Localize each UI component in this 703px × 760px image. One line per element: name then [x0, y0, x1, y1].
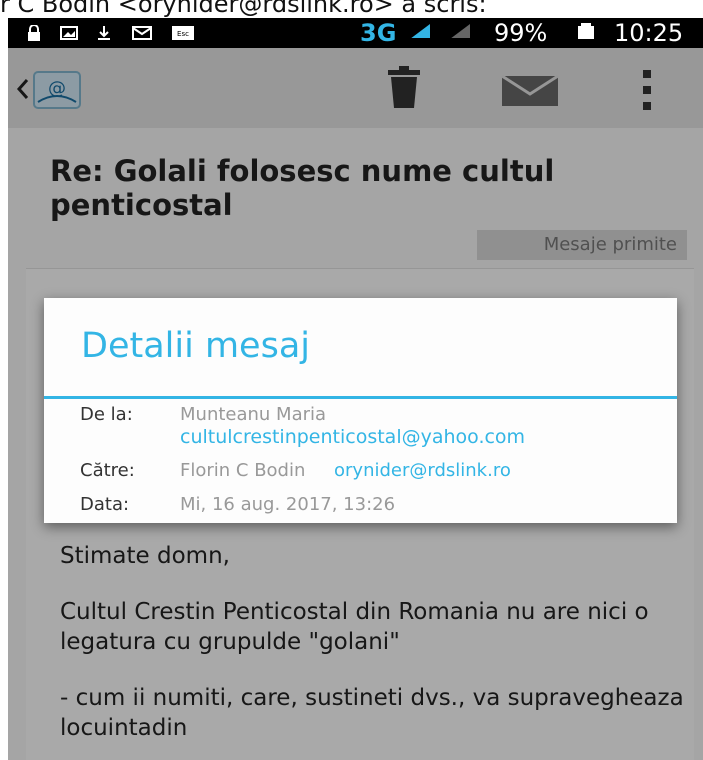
- svg-text:Esc: Esc: [177, 30, 189, 38]
- date-label: Data:: [80, 494, 130, 515]
- esc-icon: Esc: [172, 26, 194, 40]
- message-details-dialog: Detalii mesaj De la: Munteanu Maria cult…: [44, 298, 677, 523]
- image-icon: [60, 26, 78, 40]
- clock: 10:25: [614, 19, 684, 47]
- to-label: Către:: [80, 460, 135, 481]
- dialog-title: Detalii mesaj: [81, 326, 310, 366]
- to-email-link[interactable]: orynider@rdslink.ro: [334, 460, 511, 481]
- from-label: De la:: [80, 404, 133, 425]
- from-name: Munteanu Maria: [180, 404, 327, 425]
- from-email-link[interactable]: cultulcrestinpenticostal@yahoo.com: [180, 426, 525, 448]
- battery-percent: 99%: [494, 19, 548, 47]
- signal-icon: [411, 24, 430, 38]
- page-top-text: r C Bodin <orynider@rdslink.ro> a scris:: [0, 0, 487, 18]
- left-margin: [0, 18, 8, 760]
- network-type: 3G: [360, 19, 397, 47]
- mail-icon: [132, 26, 152, 40]
- lock-icon: [28, 25, 40, 41]
- status-bar: Esc 3G 99% 10:25: [8, 18, 703, 48]
- phone-screen: Esc 3G 99% 10:25 @ Re: Golali folosesc n…: [8, 18, 703, 760]
- date-value: Mi, 16 aug. 2017, 13:26: [180, 494, 396, 515]
- signal-icon-secondary: [451, 24, 470, 38]
- to-name: Florin C Bodin: [180, 460, 306, 481]
- battery-icon: [578, 23, 594, 39]
- download-icon: [98, 26, 110, 40]
- dialog-title-divider: [44, 396, 677, 399]
